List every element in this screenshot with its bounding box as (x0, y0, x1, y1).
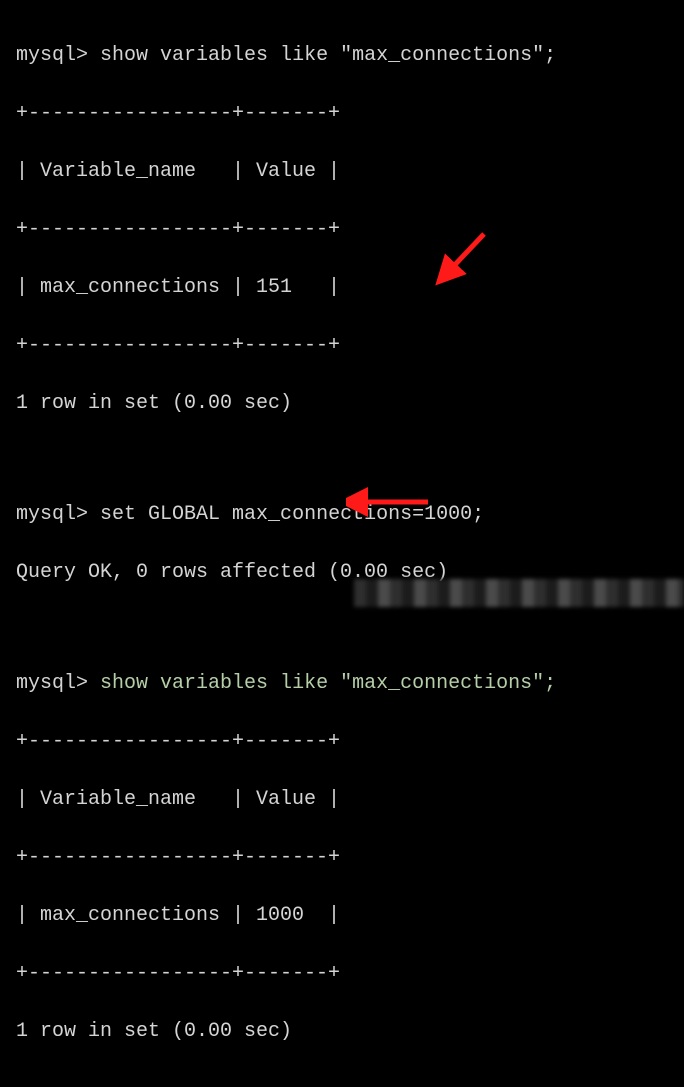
table1-border-top: +-----------------+-------+ (16, 99, 668, 128)
mysql-prompt: mysql> (16, 44, 88, 67)
table1-data-row: | max_connections | 151 | (16, 273, 668, 302)
query2-command: show variables like "max_connections"; (100, 672, 556, 695)
table2-border-bottom: +-----------------+-------+ (16, 959, 668, 988)
query1-summary: 1 row in set (0.00 sec) (16, 389, 668, 418)
table2-header: | Variable_name | Value | (16, 785, 668, 814)
mysql-prompt: mysql> (16, 503, 88, 526)
table1-header: | Variable_name | Value | (16, 157, 668, 186)
table2-data-row: | max_connections | 1000 | (16, 901, 668, 930)
set-command: set GLOBAL max_connections=1000; (100, 503, 484, 526)
set-line: mysql> set GLOBAL max_connections=1000; (16, 500, 668, 529)
query1-line: mysql> show variables like "max_connecti… (16, 41, 668, 70)
query2-summary: 1 row in set (0.00 sec) (16, 1017, 668, 1046)
query2-line: mysql> show variables like "max_connecti… (16, 669, 668, 698)
mysql-prompt: mysql> (16, 672, 88, 695)
table1-border-bottom: +-----------------+-------+ (16, 331, 668, 360)
query1-command: show variables like "max_connections"; (100, 44, 556, 67)
terminal-output: mysql> show variables like "max_connecti… (0, 0, 684, 1087)
table1-border-mid: +-----------------+-------+ (16, 215, 668, 244)
table2-border-top: +-----------------+-------+ (16, 727, 668, 756)
blurred-watermark (354, 579, 684, 607)
table2-border-mid: +-----------------+-------+ (16, 843, 668, 872)
